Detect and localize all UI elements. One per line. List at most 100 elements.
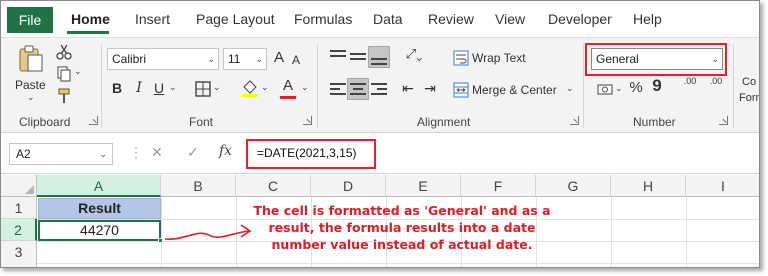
column-header-a[interactable]: A: [37, 175, 161, 197]
number-dialog-launcher-icon[interactable]: [719, 116, 728, 125]
clipboard-dialog-launcher-icon[interactable]: [89, 116, 98, 125]
column-header-g[interactable]: G: [536, 175, 611, 197]
tab-review[interactable]: Review: [428, 11, 474, 27]
clipboard-group-label: Clipboard: [19, 115, 71, 129]
fill-color-icon[interactable]: [241, 79, 259, 97]
tab-formulas[interactable]: Formulas: [294, 11, 352, 27]
bottom-align-button[interactable]: [368, 46, 390, 68]
group-separator: [101, 44, 102, 128]
alignment-dialog-launcher-icon[interactable]: [570, 116, 579, 125]
column-header-f[interactable]: F: [461, 175, 536, 197]
chevron-down-icon: ⌄: [207, 54, 215, 64]
top-align-button[interactable]: [327, 46, 349, 68]
decrease-indent-button[interactable]: ⇤: [399, 78, 417, 98]
wrap-text-label[interactable]: Wrap Text: [472, 51, 526, 65]
align-center-button[interactable]: [347, 78, 369, 100]
decrease-decimal-button[interactable]: .00: [705, 76, 727, 86]
font-size-value: 11: [228, 52, 241, 66]
cancel-icon[interactable]: ✕: [151, 144, 163, 161]
merge-center-label[interactable]: Merge & Center: [472, 83, 557, 97]
arrow-icon: [164, 224, 252, 240]
copy-dropdown-icon[interactable]: ⌄: [74, 66, 82, 77]
shrink-font-icon: A: [291, 53, 300, 67]
tab-file[interactable]: File: [7, 7, 53, 33]
decrease-decimal-icon: .00: [709, 76, 723, 86]
conditional-formatting-label-1[interactable]: Co: [742, 76, 756, 88]
merge-center-icon[interactable]: [453, 82, 469, 98]
tab-developer[interactable]: Developer: [548, 11, 612, 27]
accounting-format-icon[interactable]: [597, 82, 615, 98]
border-icon[interactable]: [195, 81, 211, 97]
row-header-2[interactable]: 2: [1, 219, 37, 241]
comma-style-button[interactable]: 9: [651, 76, 663, 96]
font-color-button[interactable]: A: [281, 76, 295, 96]
alignment-group-label: Alignment: [417, 115, 471, 129]
column-header-c[interactable]: C: [236, 175, 311, 197]
copy-icon[interactable]: [56, 66, 72, 82]
paste-button[interactable]: Paste ⌄: [13, 42, 49, 108]
number-format-highlight: [585, 43, 727, 76]
middle-align-button[interactable]: [347, 46, 369, 68]
align-right-button[interactable]: [368, 78, 390, 100]
grow-font-button[interactable]: A: [271, 48, 287, 68]
group-separator: [583, 44, 584, 128]
percent-style-button[interactable]: %: [628, 78, 644, 98]
active-tab-indicator: [67, 31, 109, 34]
tab-data[interactable]: Data: [373, 11, 403, 27]
orientation-button[interactable]: ⤢⌄: [399, 44, 429, 64]
font-group-label: Font: [189, 115, 214, 129]
underline-button[interactable]: U: [151, 78, 167, 98]
font-dialog-launcher-icon[interactable]: [303, 116, 312, 125]
tab-insert[interactable]: Insert: [135, 11, 170, 27]
font-name-combo[interactable]: Calibri ⌄: [107, 48, 219, 70]
excel-window: File Home Insert Page Layout Formulas Da…: [0, 0, 760, 268]
align-left-button[interactable]: [327, 78, 349, 100]
tab-page-layout[interactable]: Page Layout: [196, 11, 275, 27]
chevron-down-icon: ⌄: [99, 149, 107, 159]
font-color-bar: [280, 96, 296, 99]
cell-a2-selected[interactable]: 44270: [38, 220, 161, 241]
column-header-e[interactable]: E: [386, 175, 461, 197]
tab-help[interactable]: Help: [633, 11, 662, 27]
merge-dropdown-icon[interactable]: ⌄: [566, 83, 574, 94]
cell-a1[interactable]: Result: [38, 198, 161, 219]
worksheet-grid: A B C D E F G H I 1 2 3 Result 44270 The…: [1, 175, 759, 267]
formula-bar: A2 ⌄ ⋮ ✕ ✓ fx =DATE(2021,3,15): [1, 134, 759, 174]
increase-decimal-button[interactable]: .00: [679, 76, 701, 86]
cut-icon[interactable]: [56, 44, 72, 60]
column-header-d[interactable]: D: [311, 175, 386, 197]
select-all-button[interactable]: [1, 175, 37, 197]
format-painter-icon[interactable]: [56, 88, 72, 104]
formula-highlight: [246, 139, 376, 169]
tab-home[interactable]: Home: [71, 11, 110, 27]
group-separator: [733, 44, 734, 128]
enter-icon[interactable]: ✓: [187, 144, 199, 161]
conditional-formatting-label-2[interactable]: Form: [739, 92, 759, 104]
italic-button[interactable]: I: [131, 78, 147, 98]
increase-indent-button[interactable]: ⇥: [421, 78, 439, 98]
column-header-b[interactable]: B: [161, 175, 236, 197]
shrink-font-button[interactable]: A: [289, 50, 303, 70]
row-header-3[interactable]: 3: [1, 241, 37, 267]
border-dropdown-icon[interactable]: ⌄: [213, 82, 221, 93]
drag-handle-icon[interactable]: ⋮: [129, 144, 143, 161]
font-size-combo[interactable]: 11 ⌄: [223, 48, 267, 70]
row-header-1[interactable]: 1: [1, 197, 37, 219]
decrease-indent-icon: ⇤: [402, 80, 414, 96]
name-box[interactable]: A2 ⌄: [9, 143, 113, 165]
column-header-i[interactable]: I: [686, 175, 759, 197]
accounting-dropdown-icon[interactable]: ⌄: [615, 83, 623, 94]
number-group-label: Number: [633, 115, 676, 129]
underline-dropdown-icon[interactable]: ⌄: [169, 82, 177, 93]
bold-button[interactable]: B: [109, 78, 125, 98]
fx-icon[interactable]: fx: [219, 143, 232, 159]
font-color-dropdown-icon[interactable]: ⌄: [301, 82, 309, 93]
fill-color-dropdown-icon[interactable]: ⌄: [261, 82, 269, 93]
gridline: [37, 263, 759, 264]
tab-view[interactable]: View: [495, 11, 525, 27]
grow-font-icon: A: [273, 49, 284, 66]
comma-icon: 9: [652, 76, 662, 95]
wrap-text-icon[interactable]: [453, 50, 469, 66]
column-header-h[interactable]: H: [611, 175, 686, 197]
group-separator: [317, 44, 318, 128]
